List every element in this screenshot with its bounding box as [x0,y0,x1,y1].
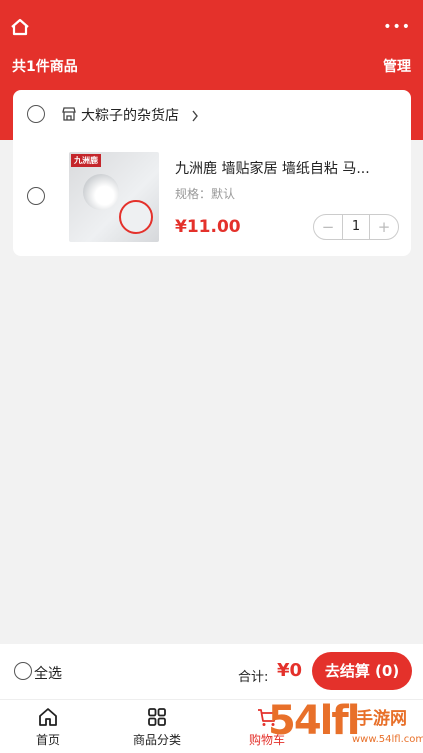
product-title[interactable]: 九洲鹿 墙贴家居 墙纸自粘 马... [175,158,395,178]
product-price: ¥11.00 [175,217,241,237]
product-spec: 规格：默认 [175,187,236,201]
select-all-label[interactable]: 全选 [34,663,62,683]
tab-home[interactable]: 首页 [13,706,83,748]
quantity-input[interactable]: 1 [342,215,370,239]
item-select-radio[interactable] [27,187,45,205]
thumbnail-brand-label: 九洲鹿 [71,154,101,167]
quantity-plus-button[interactable]: + [370,215,398,239]
store-cart-card: 大粽子的杂货店 九洲鹿 九洲鹿 墙贴家居 墙纸自粘 马... 规格：默认 ¥11… [13,90,411,256]
manage-button[interactable]: 管理 [383,56,411,76]
tab-categories-label: 商品分类 [132,733,181,747]
product-thumbnail[interactable]: 九洲鹿 [69,152,159,242]
checkout-bar: 全选 合计: ¥0 去结算 (0) [0,644,423,699]
quantity-stepper: − 1 + [313,214,399,240]
watermark-main: 54lfl [268,698,360,744]
chevron-right-icon[interactable] [191,107,199,122]
watermark-logo: 54lfl 手游网 www.54lfl.com.cn [268,698,423,753]
watermark-top: 手游网 [356,709,407,729]
checkout-button[interactable]: 去结算 (0) [312,652,412,690]
total-label: 合计: [238,670,269,685]
home-icon [39,708,57,726]
store-name[interactable]: 大粽子的杂货店 [81,105,179,125]
home-icon[interactable] [10,18,30,36]
top-bar: ••• [0,0,423,56]
watermark-bottom: www.54lfl.com.cn [352,734,423,745]
tab-home-label: 首页 [35,733,60,747]
thumbnail-badge-graphic [119,200,153,234]
quantity-minus-button[interactable]: − [314,215,342,239]
total-value: ¥0 [277,660,303,681]
store-select-radio[interactable] [27,105,45,123]
select-all-radio[interactable] [14,662,32,680]
tab-categories[interactable]: 商品分类 [122,706,192,748]
more-icon[interactable]: ••• [383,20,411,34]
thumbnail-roll-graphic [83,174,119,210]
item-count-text: 共1件商品 [12,59,78,75]
store-icon [61,106,77,122]
grid-icon [148,708,166,726]
